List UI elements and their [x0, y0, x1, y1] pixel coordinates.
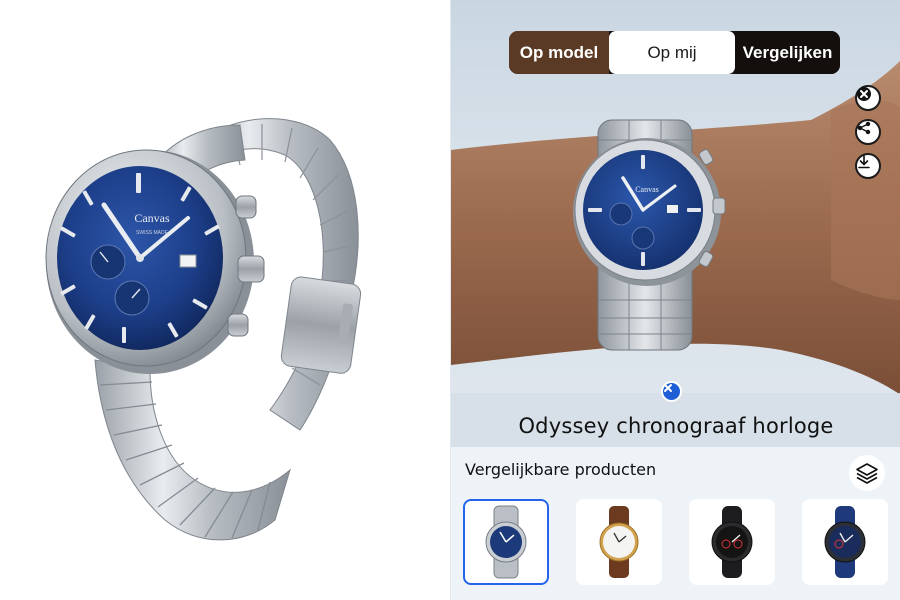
similar-products-title: Vergelijkbare producten [465, 460, 657, 479]
similar-product-item[interactable] [689, 499, 775, 585]
layers-button[interactable] [849, 455, 885, 491]
similar-products-list [463, 499, 888, 585]
similar-product-item[interactable] [576, 499, 662, 585]
similar-product-item[interactable] [802, 499, 888, 585]
share-button[interactable] [855, 119, 881, 145]
share-icon [857, 121, 871, 135]
similar-products-section: Vergelijkbare producten [451, 447, 900, 600]
tryon-panel: Canvas Op model Op mij Vergelijken Odyss… [450, 0, 900, 600]
tab-op-model[interactable]: Op model [509, 31, 609, 74]
layers-icon [856, 463, 878, 484]
product-title: Odyssey chronograaf horloge [518, 414, 834, 438]
watch-gold-leather-thumbnail [599, 506, 639, 578]
dismiss-caption-button[interactable] [661, 381, 682, 402]
watch-product-illustration: Canvas SWISS MADE [45, 118, 362, 541]
tab-op-mij[interactable]: Op mij [609, 31, 735, 74]
tab-vergelijken[interactable]: Vergelijken [735, 31, 840, 74]
dial-brand-text: Canvas [134, 211, 170, 225]
download-icon [858, 155, 870, 169]
similar-product-item[interactable] [463, 499, 549, 585]
tryon-dial-brand-text: Canvas [635, 185, 659, 194]
close-icon [857, 87, 871, 101]
tryon-wrist-photo: Canvas Op model Op mij Vergelijken Odyss… [451, 0, 900, 447]
dial-sub-text: SWISS MADE [136, 230, 169, 236]
mode-switch: Op model Op mij Vergelijken [509, 31, 840, 74]
download-button[interactable] [855, 153, 881, 179]
product-image: Canvas SWISS MADE [0, 0, 450, 600]
watch-black-sport-thumbnail [711, 506, 753, 578]
close-button[interactable] [855, 85, 881, 111]
watch-blue-sport-thumbnail [824, 506, 866, 578]
close-icon [664, 384, 672, 392]
watch-steel-blue-thumbnail [485, 505, 527, 579]
